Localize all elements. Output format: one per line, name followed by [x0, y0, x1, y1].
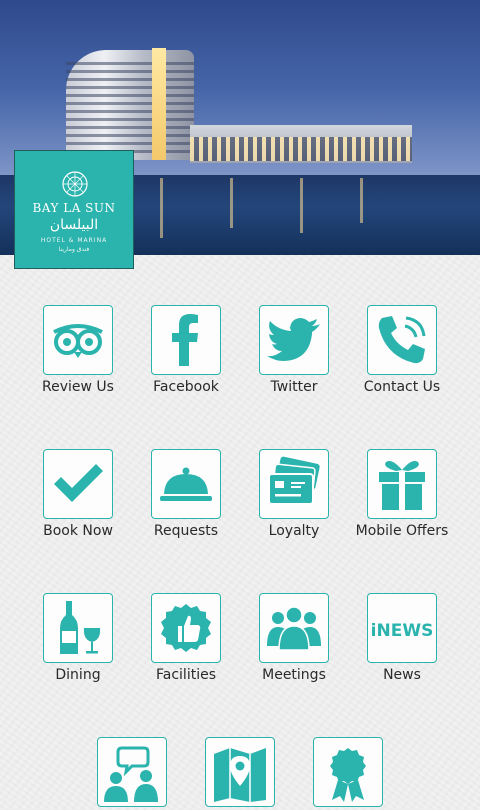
phone-icon	[378, 316, 426, 364]
tile-label: Meetings	[262, 667, 326, 683]
tile-label: Requests	[153, 523, 219, 539]
hero-tower-light-strip	[152, 48, 166, 160]
news-icon-text: iNEWS	[372, 621, 432, 641]
review-us-button[interactable]: Review Us	[28, 305, 128, 396]
tile-label: Loyalty	[268, 523, 320, 539]
tile-label: Twitter	[270, 379, 318, 395]
brand-subtitle: HOTEL & MARINA	[40, 237, 108, 244]
twitter-bird-icon	[267, 318, 320, 361]
awards-button[interactable]	[298, 737, 398, 810]
brand-name-en: BAY LA SUN	[32, 201, 116, 215]
brand-logo: BAY LA SUN البيلسان HOTEL & MARINA فندق …	[14, 150, 134, 269]
thumbs-up-badge-icon	[161, 604, 211, 652]
book-now-button[interactable]: Book Now	[28, 449, 128, 540]
brand-name-ar: البيلسان	[49, 217, 99, 233]
logo-emblem-icon	[62, 171, 88, 197]
hero-hotel-tower	[66, 50, 194, 160]
award-ribbon-icon	[330, 748, 366, 802]
map-button[interactable]	[190, 737, 290, 810]
tile-label: Contact Us	[363, 379, 441, 395]
twitter-button[interactable]: Twitter	[244, 305, 344, 396]
news-button[interactable]: iNEWS News	[352, 593, 452, 684]
hero-reflection	[300, 178, 303, 233]
chat-button[interactable]	[82, 737, 182, 810]
tripadvisor-owl-icon	[53, 324, 103, 358]
tile-label: Dining	[55, 667, 101, 683]
requests-button[interactable]: Requests	[136, 449, 236, 540]
facilities-button[interactable]: Facilities	[136, 593, 236, 684]
brand-subtitle-ar: فندق ومارينا	[58, 246, 90, 253]
facebook-icon	[172, 314, 198, 366]
mobile-offers-button[interactable]: Mobile Offers	[352, 449, 452, 540]
news-icon: iNEWS	[372, 621, 432, 641]
hero-reflection	[360, 178, 363, 223]
tile-label: Facilities	[156, 667, 216, 683]
chat-people-icon	[104, 746, 158, 802]
tile-label: Mobile Offers	[355, 523, 449, 539]
hero-reflection	[160, 178, 163, 238]
room-service-cloche-icon	[160, 467, 212, 501]
wine-bottle-glass-icon	[60, 601, 101, 654]
credit-cards-icon	[268, 456, 320, 505]
gift-box-icon	[379, 461, 425, 510]
tile-label: Book Now	[43, 523, 113, 539]
map-pin-icon	[214, 748, 266, 802]
tile-label: Review Us	[42, 379, 114, 395]
loyalty-button[interactable]: Loyalty	[244, 449, 344, 540]
tile-label: News	[383, 667, 421, 683]
contact-us-button[interactable]: Contact Us	[352, 305, 452, 396]
facebook-button[interactable]: Facebook	[136, 305, 236, 396]
tile-label: Facebook	[153, 379, 219, 395]
hero-hotel-wing	[190, 125, 412, 163]
people-group-icon	[267, 606, 321, 651]
checkmark-icon	[54, 464, 103, 502]
hero-reflection	[230, 178, 233, 228]
dining-button[interactable]: Dining	[28, 593, 128, 684]
meetings-button[interactable]: Meetings	[244, 593, 344, 684]
